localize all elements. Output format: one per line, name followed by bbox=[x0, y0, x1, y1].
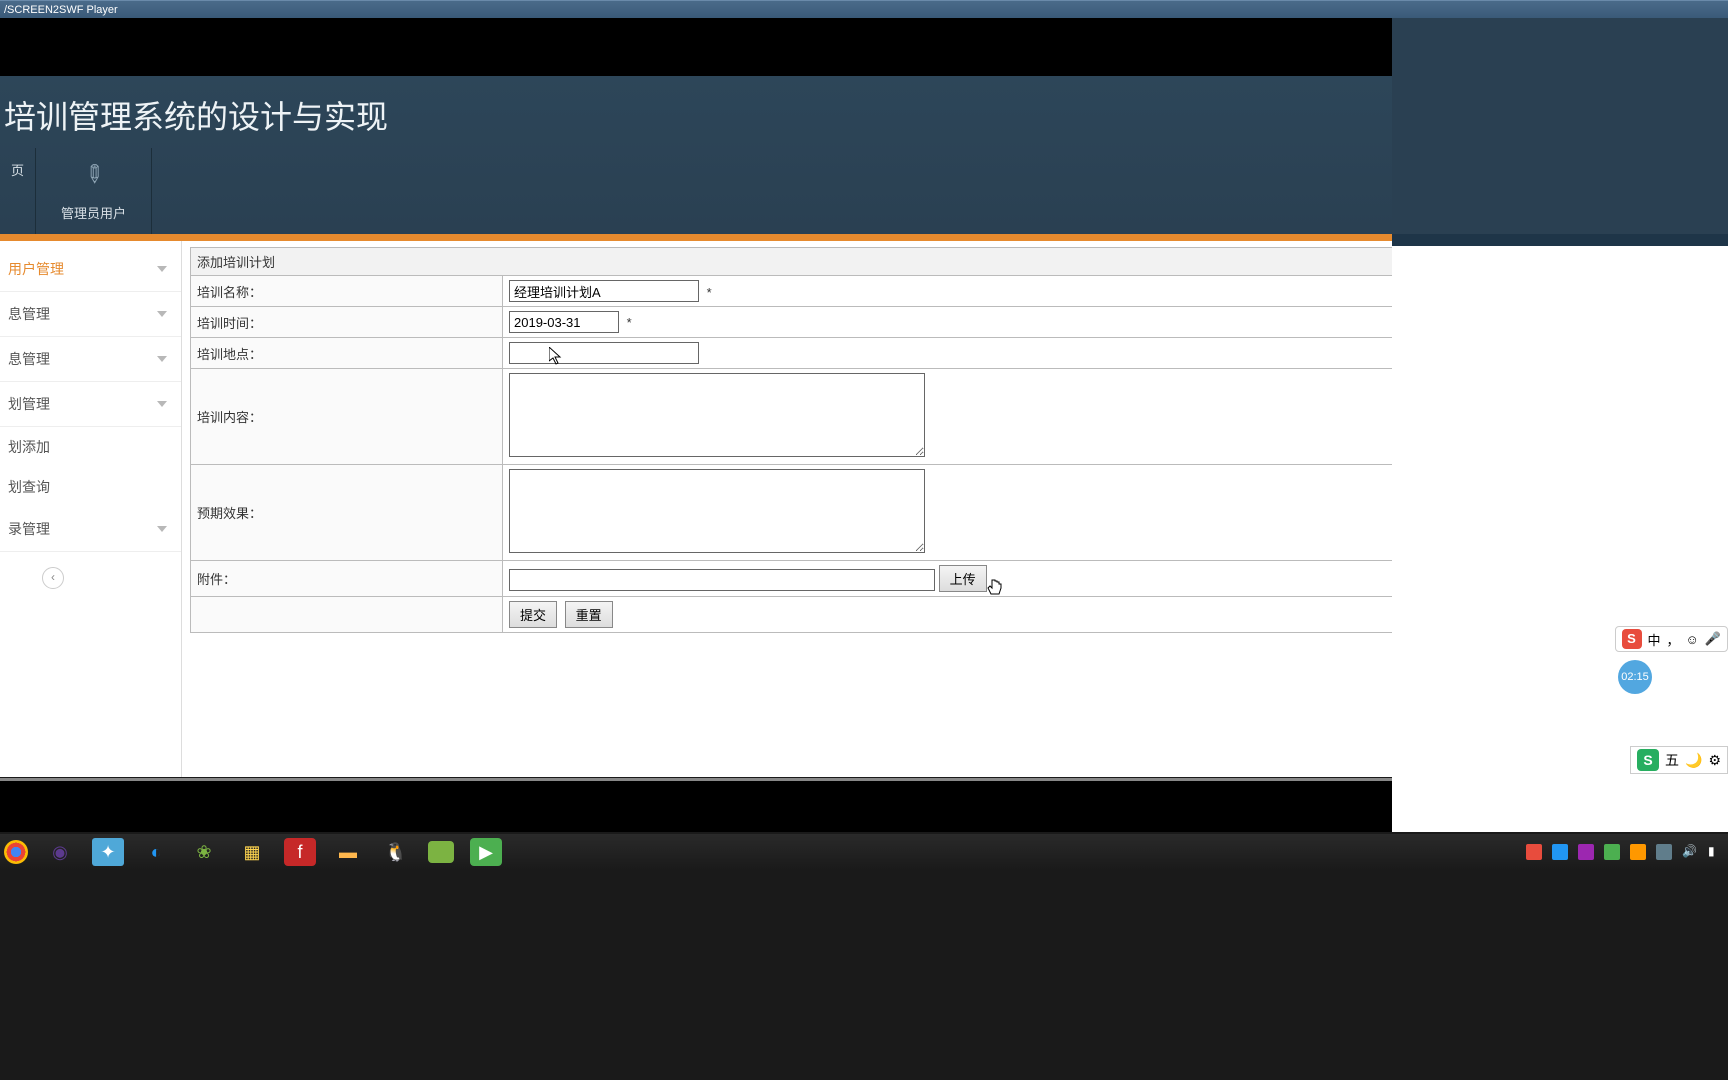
sidebar-label: 息管理 bbox=[8, 349, 50, 369]
recording-time-bubble: 02:15 bbox=[1618, 660, 1652, 694]
sidebar-item-plan-mgmt[interactable]: 划管理 bbox=[0, 382, 181, 427]
flash-icon[interactable]: f bbox=[284, 838, 316, 866]
tray-icon[interactable] bbox=[1578, 844, 1594, 860]
label-training-time: 培训时间： bbox=[191, 307, 503, 338]
explorer-icon[interactable]: ▬ bbox=[332, 838, 364, 866]
ime-toolbar-bottom[interactable]: S 五 🌙 ⚙ bbox=[1630, 746, 1728, 774]
training-time-input[interactable] bbox=[509, 311, 619, 333]
app-icon[interactable]: ✦ bbox=[92, 838, 124, 866]
ime-mic-icon[interactable]: 🎤 bbox=[1705, 631, 1721, 647]
ime-punct[interactable]: ， bbox=[1667, 630, 1680, 649]
window-title: /SCREEN2SWF Player bbox=[4, 4, 118, 16]
label-training-content: 培训内容： bbox=[191, 369, 503, 465]
chevron-down-icon bbox=[157, 311, 167, 317]
required-marker: * bbox=[627, 315, 632, 330]
sidebar-label: 录管理 bbox=[8, 519, 50, 539]
training-name-input[interactable] bbox=[509, 280, 699, 302]
tray-volume-icon[interactable]: 🔊 bbox=[1682, 844, 1698, 860]
tray-network-icon[interactable]: ▮ bbox=[1708, 844, 1724, 860]
expected-result-textarea[interactable] bbox=[509, 469, 925, 553]
sogou-icon: S bbox=[1637, 749, 1659, 771]
label-training-name: 培训名称： bbox=[191, 276, 503, 307]
ime-moon-icon[interactable]: 🌙 bbox=[1685, 752, 1702, 769]
tray-icon[interactable] bbox=[1630, 844, 1646, 860]
label-attachment: 附件： bbox=[191, 561, 503, 597]
tray-icon[interactable] bbox=[1552, 844, 1568, 860]
reset-button[interactable]: 重置 bbox=[565, 601, 613, 628]
right-margin bbox=[1392, 18, 1728, 832]
chevron-down-icon bbox=[157, 356, 167, 362]
qq-icon[interactable]: 🐧 bbox=[380, 838, 412, 866]
tray-icon[interactable] bbox=[1656, 844, 1672, 860]
nav-tab-admin[interactable]: ✎ 管理员用户 bbox=[36, 148, 152, 234]
video-letterbox-bottom bbox=[0, 778, 1392, 832]
nav-tab-label: 页 bbox=[11, 163, 24, 178]
sidebar-item-info1[interactable]: 息管理 bbox=[0, 292, 181, 337]
training-location-input[interactable] bbox=[509, 342, 699, 364]
sidebar-collapse-button[interactable]: ‹ bbox=[42, 567, 64, 589]
required-marker: * bbox=[707, 285, 712, 300]
training-content-textarea[interactable] bbox=[509, 373, 925, 457]
sogou-icon: S bbox=[1622, 629, 1642, 649]
chrome-icon[interactable] bbox=[4, 840, 28, 864]
ime-toolbar-top[interactable]: S 中 ， ☺ 🎤 bbox=[1615, 626, 1728, 652]
window-title-bar: /SCREEN2SWF Player bbox=[0, 0, 1728, 18]
tray-sogou-icon[interactable] bbox=[1526, 844, 1542, 860]
leaf-icon[interactable]: ❀ bbox=[188, 838, 220, 866]
sidebar-item-record-mgmt[interactable]: 录管理 bbox=[0, 507, 181, 552]
sidebar-item-plan-query[interactable]: 划查询 bbox=[0, 467, 181, 507]
ime-emoji-icon[interactable]: ☺ bbox=[1686, 632, 1699, 647]
sidebar-label: 划添加 bbox=[8, 437, 50, 457]
sidebar-label: 息管理 bbox=[8, 304, 50, 324]
player-icon[interactable]: ▶ bbox=[470, 838, 502, 866]
chevron-down-icon bbox=[157, 266, 167, 272]
sidebar-item-plan-add[interactable]: 划添加 bbox=[0, 427, 181, 467]
tray-icon[interactable] bbox=[1604, 844, 1620, 860]
chevron-down-icon bbox=[157, 401, 167, 407]
notepad-icon[interactable]: ▦ bbox=[236, 838, 268, 866]
system-tray: 🔊 ▮ bbox=[1526, 844, 1724, 860]
submit-button[interactable]: 提交 bbox=[509, 601, 557, 628]
sidebar-label: 划管理 bbox=[8, 394, 50, 414]
sidebar-item-info2[interactable]: 息管理 bbox=[0, 337, 181, 382]
ime-lang[interactable]: 中 bbox=[1648, 630, 1661, 649]
attachment-input[interactable] bbox=[509, 569, 935, 591]
sidebar-label: 用户管理 bbox=[8, 259, 64, 279]
nav-tabs: 页 ✎ 管理员用户 bbox=[0, 148, 152, 234]
label-expected-result: 预期效果： bbox=[191, 465, 503, 561]
sidebar: 用户管理 息管理 息管理 划管理 划添加 划查询 录管理 ‹ bbox=[0, 241, 182, 777]
label-training-location: 培训地点： bbox=[191, 338, 503, 369]
taskbar: ◉ ✦ ◐ ❀ ▦ f ▬ 🐧 ▶ 🔊 ▮ bbox=[0, 834, 1728, 870]
wechat-icon[interactable] bbox=[428, 841, 454, 863]
nav-tab-home[interactable]: 页 bbox=[0, 148, 36, 234]
ime-wubi[interactable]: 五 bbox=[1665, 750, 1679, 770]
eclipse-icon[interactable]: ◉ bbox=[44, 838, 76, 866]
sidebar-item-user-mgmt[interactable]: 用户管理 bbox=[0, 247, 181, 292]
sidebar-label: 划查询 bbox=[8, 477, 50, 497]
upload-button[interactable]: 上传 bbox=[939, 565, 987, 592]
chevron-down-icon bbox=[157, 526, 167, 532]
ime-settings-icon[interactable]: ⚙ bbox=[1708, 752, 1721, 769]
browser-icon[interactable]: ◐ bbox=[140, 838, 172, 866]
label-actions bbox=[191, 597, 503, 633]
